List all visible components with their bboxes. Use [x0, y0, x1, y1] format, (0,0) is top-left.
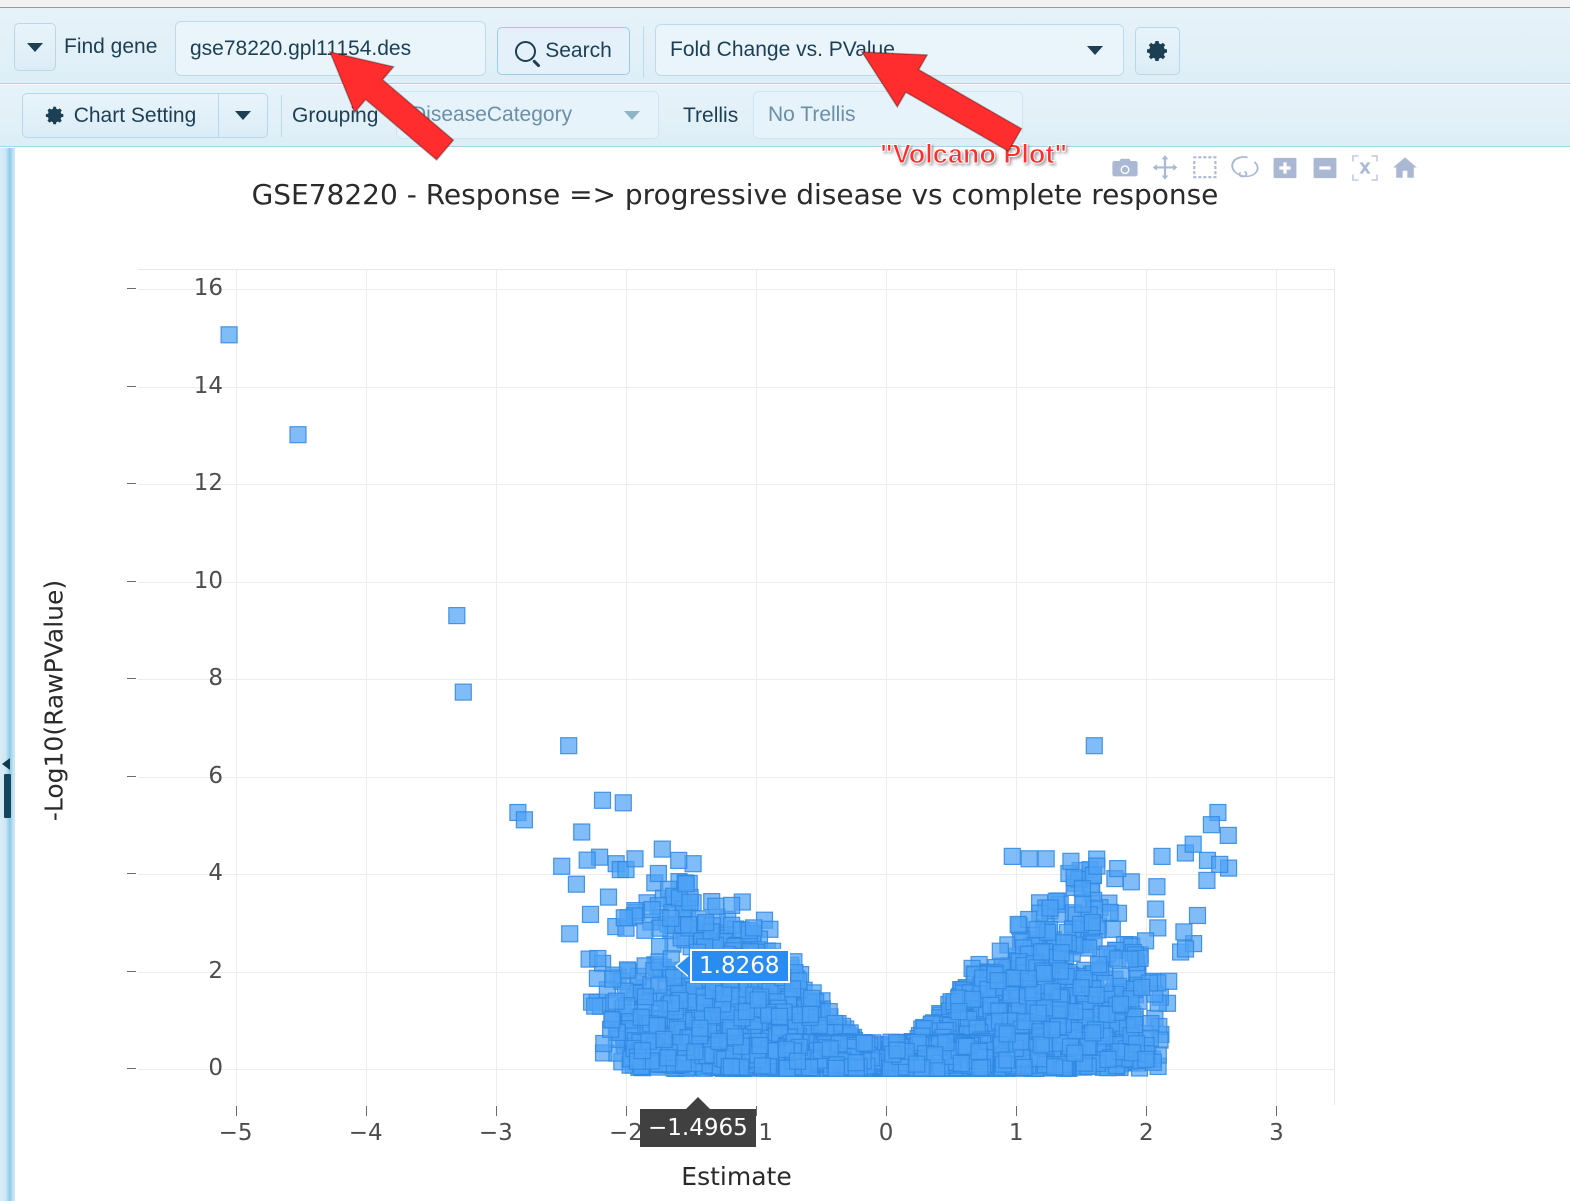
- chevron-down-icon: [624, 110, 640, 120]
- y-axis-tick-label: 10: [193, 567, 223, 594]
- x-axis-tick-mark: [756, 1106, 758, 1116]
- plot-type-select[interactable]: Fold Change vs. PValue: [655, 24, 1124, 76]
- x-axis-tick-mark: [1276, 1106, 1278, 1116]
- plot-type-value: Fold Change vs. PValue: [670, 38, 895, 61]
- chevron-down-icon: [27, 42, 43, 52]
- x-axis-tick-label: 1: [1008, 1120, 1024, 1146]
- gridline-horizontal: [138, 581, 1334, 583]
- x-axis-tick-label: −4: [348, 1120, 383, 1146]
- y-axis-tick-mark: [127, 775, 136, 777]
- y-axis-label: -Log10(RawPValue): [39, 579, 69, 822]
- gear-icon: [1146, 41, 1167, 61]
- search-button-label: Search: [545, 39, 612, 62]
- y-axis-tick-label: 14: [193, 372, 223, 399]
- x-axis-tick-mark: [886, 1106, 888, 1116]
- chevron-down-icon: [235, 111, 251, 120]
- y-axis-tick-mark: [127, 385, 136, 387]
- y-axis-tick-mark: [127, 1068, 136, 1070]
- toolbar-row-search: Find gene gse78220.gpl11154.des Search F…: [0, 8, 1570, 84]
- y-axis-tick-label: 2: [208, 957, 223, 984]
- grouping-label: Grouping: [292, 103, 379, 127]
- trellis-select[interactable]: No Trellis: [753, 91, 1023, 139]
- x-spike-tooltip: −1.4965: [640, 1109, 756, 1147]
- x-axis-label: Estimate: [681, 1162, 792, 1191]
- toolbar-row-chart-options: Chart Setting Grouping DiseaseCategory T…: [0, 85, 1570, 147]
- main-menu-button[interactable]: [14, 23, 56, 71]
- gridline-horizontal: [138, 1069, 1334, 1071]
- y-axis-tick-label: 0: [208, 1055, 223, 1082]
- toolbar-divider-1: [643, 26, 644, 78]
- chart-title: GSE78220 - Response => progressive disea…: [251, 178, 1219, 211]
- gridline-horizontal: [138, 484, 1334, 486]
- y-axis-tick-label: 12: [193, 470, 223, 497]
- x-axis-tick-label: 3: [1269, 1120, 1284, 1146]
- x-axis-tick-mark: [235, 1106, 237, 1116]
- gridline-vertical: [365, 270, 367, 1105]
- gridline-horizontal: [138, 679, 1334, 681]
- y-axis-tick-mark: [127, 678, 136, 680]
- y-axis-tick-mark: [127, 970, 136, 972]
- x-axis-tick-mark: [365, 1106, 367, 1116]
- x-axis-tick-mark: [1016, 1106, 1018, 1116]
- y-axis-tick-label: 6: [208, 762, 223, 789]
- x-axis-tick-label: −3: [478, 1120, 513, 1146]
- y-axis-tick-label: 4: [208, 860, 223, 887]
- chevron-down-icon: [1087, 45, 1103, 55]
- gridline-horizontal: [138, 874, 1334, 876]
- gridline-vertical: [1016, 270, 1018, 1105]
- y-axis-tick-label: 16: [193, 275, 223, 302]
- y-axis-tick-mark: [127, 580, 136, 582]
- gridline-vertical: [1276, 270, 1278, 1105]
- gridline-vertical: [886, 270, 888, 1105]
- x-axis-tick-mark: [495, 1106, 497, 1116]
- gene-search-input[interactable]: gse78220.gpl11154.des: [175, 21, 486, 76]
- gridline-horizontal: [138, 289, 1334, 291]
- splitter-handle[interactable]: [4, 774, 11, 818]
- window-top-strip: [0, 0, 1570, 8]
- left-panel-splitter[interactable]: [0, 148, 14, 1201]
- y-spike-tooltip: 1.8268: [690, 949, 791, 983]
- toolbar-divider-2: [281, 95, 282, 137]
- y-axis-tick-mark: [127, 483, 136, 485]
- gridline-horizontal: [138, 776, 1334, 778]
- grouping-select[interactable]: DiseaseCategory: [396, 91, 659, 139]
- chart-setting-button[interactable]: Chart Setting: [22, 93, 219, 138]
- gridline-horizontal: [138, 386, 1334, 388]
- gridline-vertical: [235, 270, 237, 1105]
- x-axis-tick-mark: [1146, 1106, 1148, 1116]
- gridline-vertical: [625, 270, 627, 1105]
- find-gene-label: Find gene: [64, 35, 158, 58]
- y-axis-tick-mark: [127, 288, 136, 290]
- x-axis-tick-label: −5: [218, 1120, 253, 1146]
- gridline-vertical: [495, 270, 497, 1105]
- trellis-label: Trellis: [683, 103, 739, 127]
- chart-setting-label: Chart Setting: [73, 103, 197, 127]
- x-axis-tick-mark: [625, 1106, 627, 1116]
- x-axis-tick-label: 2: [1139, 1120, 1154, 1146]
- x-axis-tick-label: 0: [878, 1120, 894, 1146]
- y-axis-tick-label: 8: [208, 665, 223, 692]
- volcano-plot-annotation: "Volcano Plot": [879, 139, 1068, 170]
- grouping-value: DiseaseCategory: [411, 103, 573, 126]
- search-icon: [515, 40, 537, 62]
- gear-icon: [45, 106, 64, 125]
- gridline-vertical: [1146, 270, 1148, 1105]
- plot-settings-button[interactable]: [1135, 27, 1180, 75]
- chart-setting-dropdown-button[interactable]: [219, 93, 268, 138]
- trellis-value: No Trellis: [768, 103, 856, 126]
- app-root: Find gene gse78220.gpl11154.des Search F…: [0, 0, 1570, 1201]
- search-button[interactable]: Search: [497, 27, 630, 75]
- y-axis-tick-mark: [127, 873, 136, 875]
- collapse-left-panel-icon[interactable]: [2, 758, 10, 770]
- x-axis-tick-label: −2: [608, 1120, 643, 1146]
